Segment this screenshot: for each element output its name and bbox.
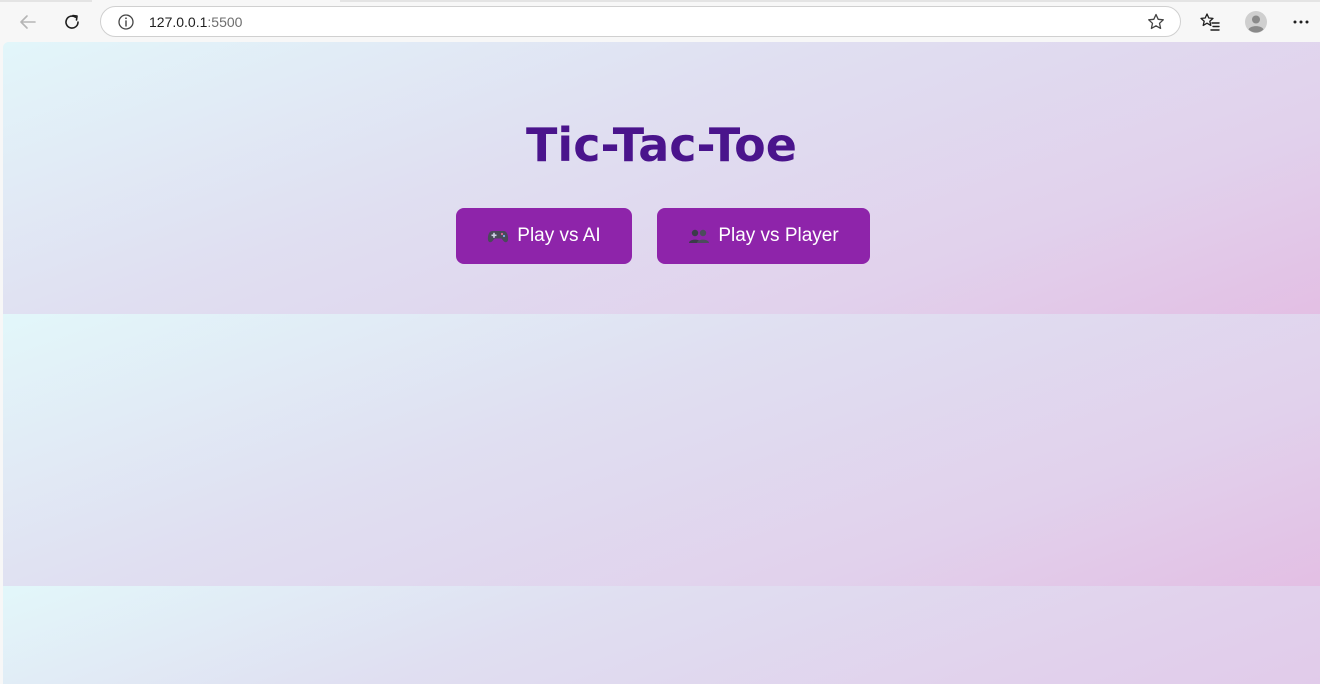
more-menu-button[interactable] bbox=[1285, 6, 1317, 38]
reload-icon bbox=[65, 14, 79, 29]
play-vs-ai-button[interactable]: Play vs AI bbox=[456, 208, 632, 264]
page-title: Tic-Tac-Toe bbox=[526, 118, 797, 172]
browser-toolbar: 127.0.0.1:5500 bbox=[0, 0, 1320, 42]
play-vs-player-button[interactable]: Play vs Player bbox=[657, 208, 870, 264]
profile-avatar-icon bbox=[1245, 11, 1267, 33]
url-text[interactable]: 127.0.0.1:5500 bbox=[149, 14, 242, 30]
reload-button[interactable] bbox=[56, 6, 88, 38]
footer-section bbox=[3, 586, 1320, 684]
more-menu-icon bbox=[1293, 20, 1309, 24]
back-button[interactable] bbox=[12, 6, 44, 38]
address-bar[interactable]: 127.0.0.1:5500 bbox=[100, 6, 1181, 37]
play-vs-player-label: Play vs Player bbox=[718, 225, 839, 246]
header-section bbox=[3, 42, 1320, 314]
gamepad-icon bbox=[487, 227, 509, 245]
back-arrow-icon bbox=[20, 15, 36, 29]
page-viewport: Tic-Tac-Toe Play vs AI Play vs Player bbox=[3, 42, 1320, 684]
favorites-list-icon bbox=[1200, 13, 1220, 31]
url-port: :5500 bbox=[207, 14, 243, 30]
two-players-icon bbox=[688, 227, 710, 245]
active-tab-edge bbox=[92, 0, 340, 2]
play-vs-ai-label: Play vs AI bbox=[517, 225, 601, 246]
board-section bbox=[3, 314, 1320, 586]
star-icon[interactable] bbox=[1146, 12, 1166, 32]
profile-button[interactable] bbox=[1240, 6, 1272, 38]
favorites-button[interactable] bbox=[1194, 6, 1226, 38]
info-icon[interactable] bbox=[117, 13, 135, 31]
url-host: 127.0.0.1 bbox=[149, 14, 208, 30]
